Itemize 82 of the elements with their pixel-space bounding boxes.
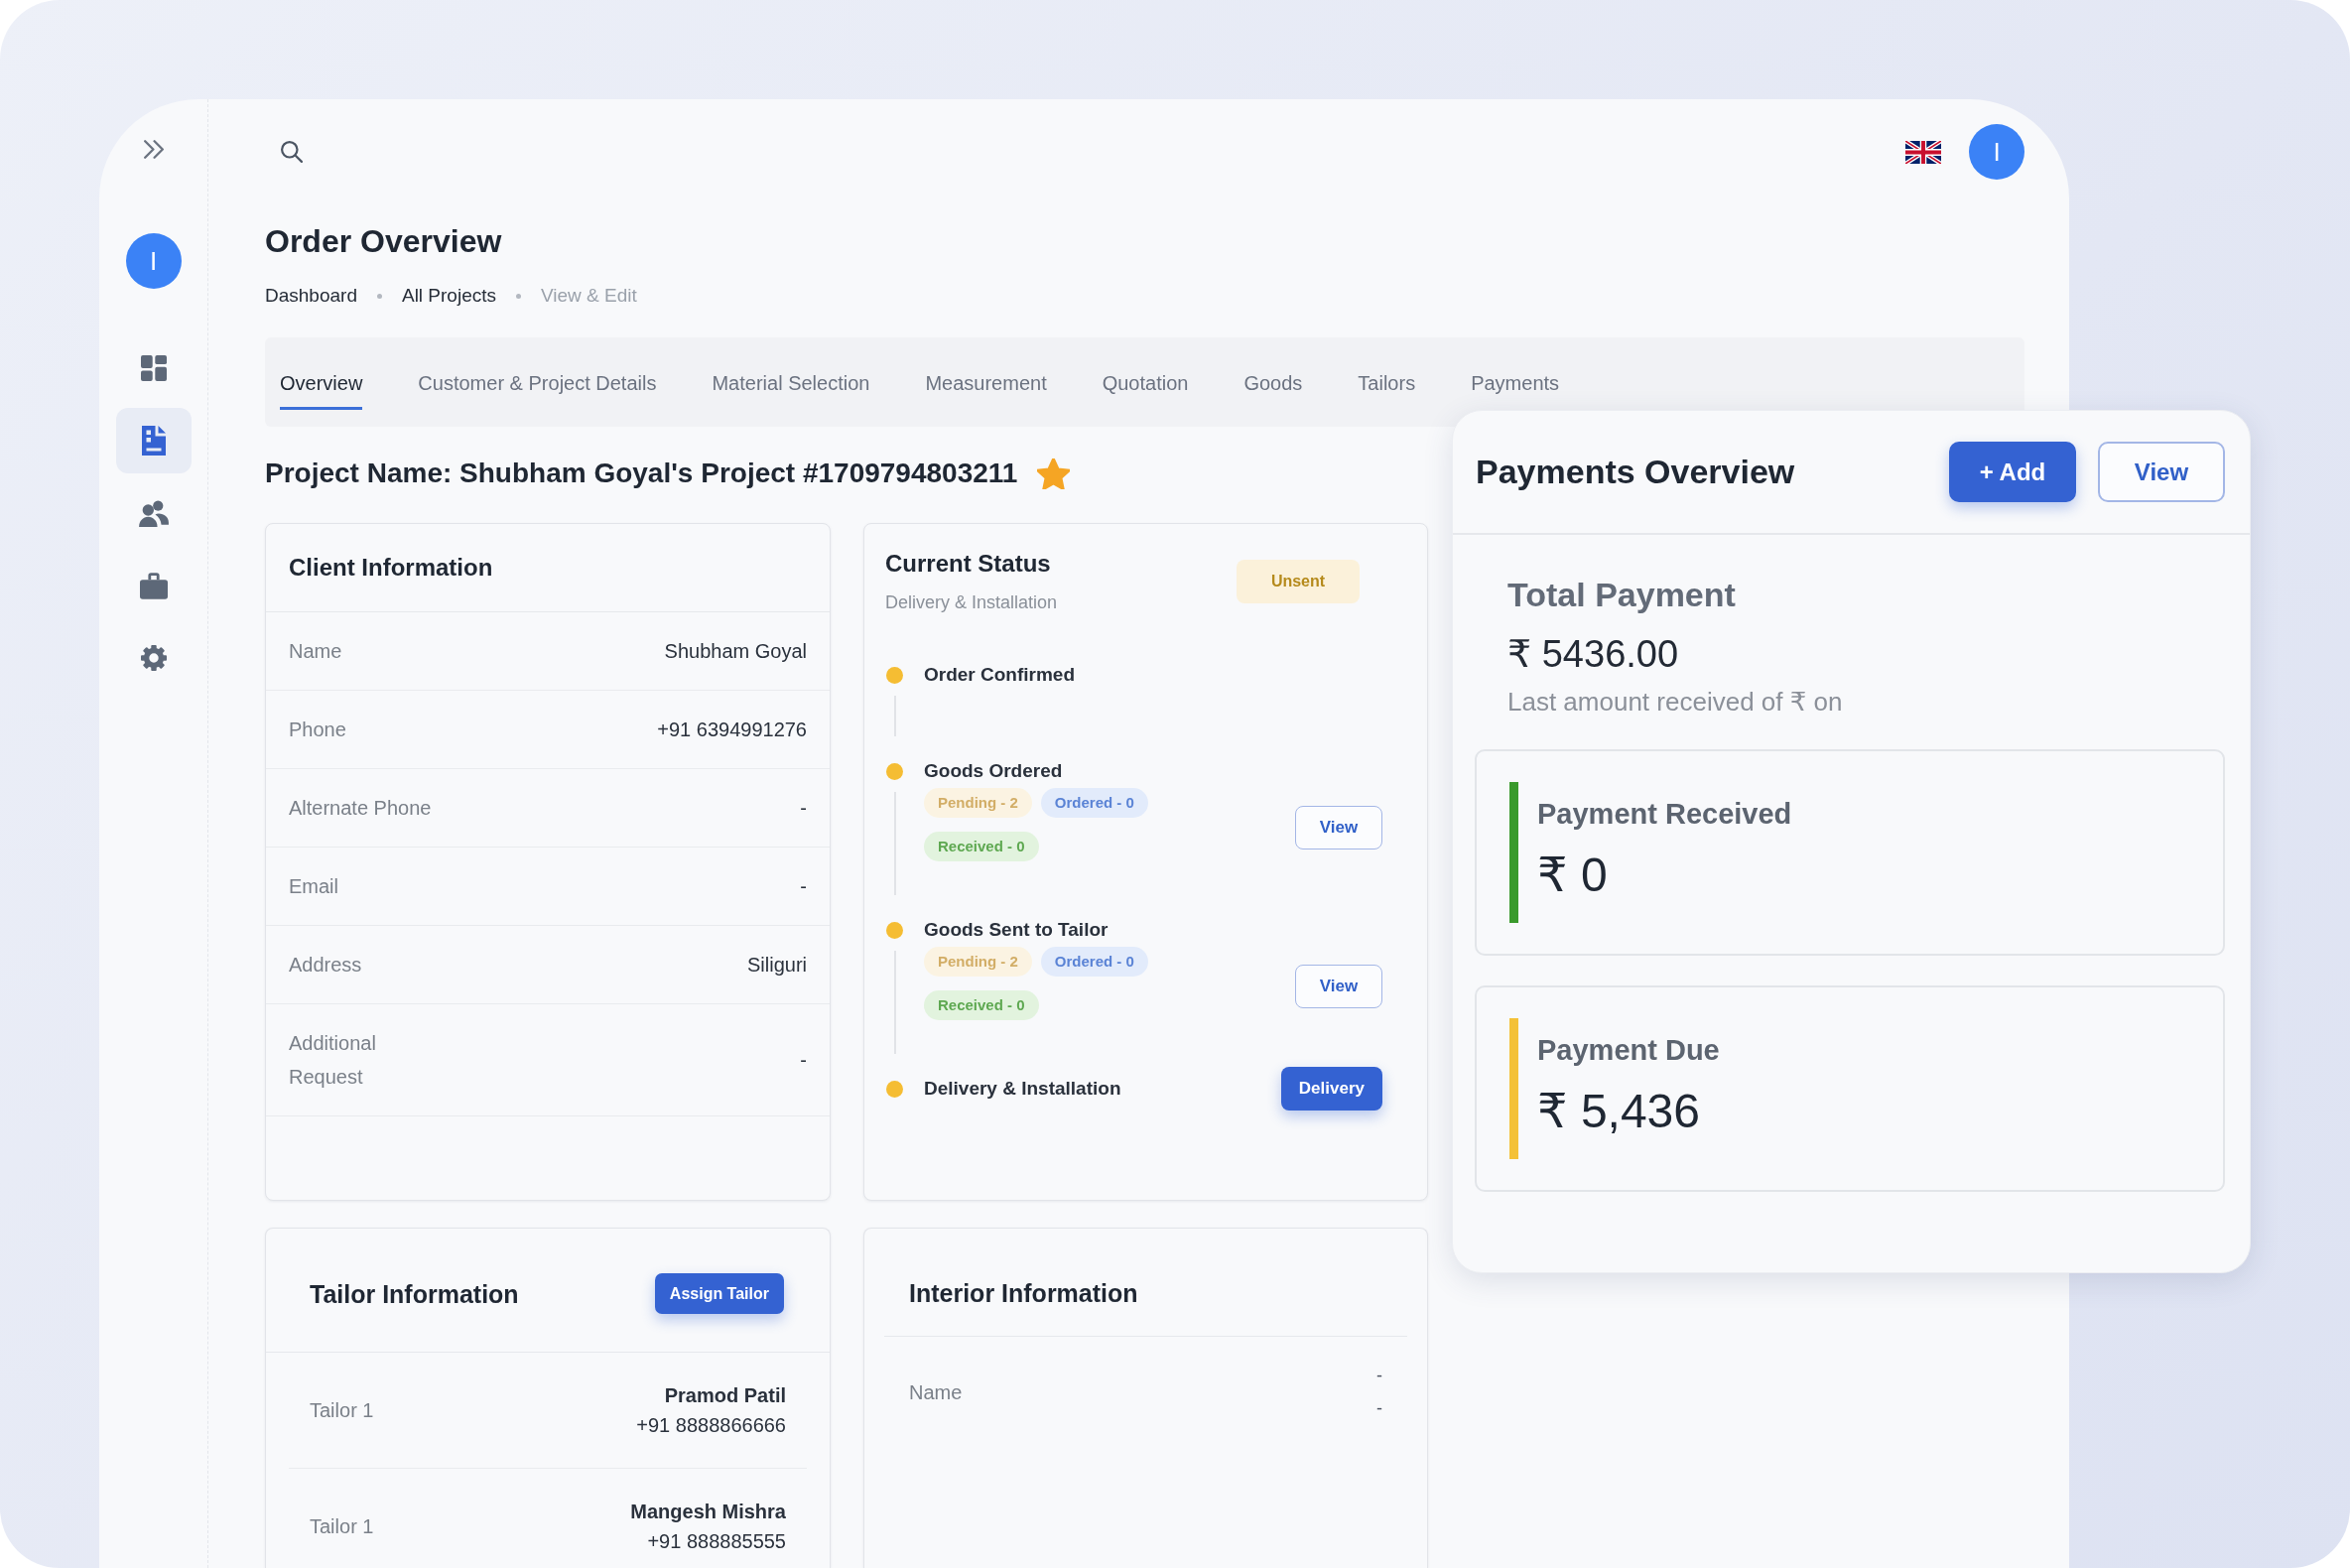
gear-icon (140, 645, 167, 671)
payment-amount: ₹ 5,436 (1537, 1084, 1701, 1139)
card-title: Client Information (266, 524, 830, 612)
step-label: Delivery & Installation (924, 1077, 1122, 1101)
card-title: Tailor Information (310, 1278, 519, 1310)
field-label: Alternate Phone (289, 796, 432, 821)
user-avatar[interactable]: I (1969, 124, 2024, 180)
card-title: Interior Information (909, 1278, 1139, 1309)
tailor-name: Mangesh Mishra (630, 1500, 786, 1524)
tailor-phone: +91 8888866666 (636, 1413, 786, 1438)
page-title: Order Overview (265, 222, 503, 261)
payment-action-button[interactable]: View (2098, 442, 2225, 502)
field-label: Name (289, 639, 342, 664)
count-tag: Ordered - 0 (1040, 788, 1148, 818)
total-payment-amount: ₹ 5436.00 (1507, 632, 1680, 677)
briefcase-icon (139, 572, 168, 599)
double-chevron-icon[interactable] (143, 140, 164, 159)
sidebar-item[interactable] (115, 408, 192, 473)
count-tag: Pending - 2 (924, 788, 1032, 818)
payment-amount: ₹ 0 (1537, 848, 1609, 903)
status-badge: Unsent (1237, 560, 1360, 603)
count-tag: Pending - 2 (924, 947, 1032, 977)
field-value: - (800, 874, 807, 899)
timeline-dot-icon (886, 921, 903, 939)
field-label: Tailor 1 (310, 1398, 374, 1423)
step-label: Order Confirmed (924, 663, 1077, 687)
tab[interactable]: Material Selection (712, 337, 870, 410)
step-action-button[interactable]: Delivery (1280, 1067, 1382, 1111)
field-label: Phone (289, 718, 346, 742)
assign-tailor-button[interactable]: Assign Tailor (654, 1273, 784, 1314)
star-icon[interactable] (1037, 457, 1071, 489)
step-action-button[interactable]: View (1295, 806, 1382, 849)
status-subtitle: Delivery & Installation (885, 591, 1058, 614)
breadcrumb-item[interactable]: All Projects (401, 283, 496, 309)
search-icon[interactable] (281, 141, 303, 163)
tab[interactable]: Quotation (1102, 337, 1189, 410)
tab[interactable]: Overview (280, 337, 363, 410)
count-tag: Received - 0 (924, 990, 1039, 1020)
total-payment-label: Total Payment (1507, 575, 1737, 615)
separator-dot-icon (516, 293, 521, 299)
tab[interactable]: Payments (1471, 337, 1560, 410)
people-icon (138, 499, 169, 527)
field-label: Tailor 1 (310, 1514, 374, 1539)
field-value: - (800, 796, 807, 821)
tab[interactable]: Customer & Project Details (418, 337, 657, 410)
card-title: Current Status (885, 549, 1052, 579)
separator-dot-icon (376, 293, 382, 299)
field-value: - (1376, 1397, 1382, 1420)
user-avatar[interactable]: I (125, 233, 182, 289)
tailor-phone: +91 888885555 (646, 1529, 786, 1554)
field-value: - (1376, 1365, 1382, 1387)
tab[interactable]: Tailors (1358, 337, 1416, 410)
field-label: Name (909, 1380, 963, 1405)
tailor-name: Pramod Patil (663, 1383, 786, 1408)
field-value: Shubham Goyal (664, 639, 807, 664)
step-label: Goods Ordered (924, 759, 1064, 783)
document-icon (141, 426, 166, 456)
field-label: Additional Request (289, 1031, 377, 1090)
step-label: Goods Sent to Tailor (924, 918, 1110, 942)
timeline-dot-icon (886, 1080, 903, 1098)
tab[interactable]: Measurement (925, 337, 1047, 410)
field-value: Siliguri (746, 953, 807, 978)
field-value: +91 6394991276 (657, 718, 807, 742)
field-value: - (800, 1048, 807, 1073)
breadcrumb-item[interactable]: Dashboard (265, 283, 357, 309)
count-tag: Ordered - 0 (1040, 947, 1148, 977)
last-payment-note: Last amount received of ₹ on (1507, 686, 1844, 719)
timeline-dot-icon (886, 762, 903, 780)
breadcrumb-item[interactable]: View & Edit (541, 283, 637, 309)
payment-action-button[interactable]: + Add (1949, 442, 2076, 502)
payment-label: Payment Received (1537, 797, 1792, 832)
project-title: Project Name: Shubham Goyal's Project #1709794803211 (265, 457, 1018, 490)
grid-icon (140, 355, 167, 381)
count-tag: Received - 0 (924, 832, 1039, 861)
timeline-dot-icon (886, 666, 903, 684)
flag-icon[interactable] (1905, 140, 1941, 164)
step-action-button[interactable]: View (1295, 965, 1382, 1008)
field-label: Email (289, 874, 338, 899)
payment-label: Payment Due (1537, 1033, 1720, 1068)
field-label: Address (289, 953, 362, 978)
tab[interactable]: Goods (1243, 337, 1303, 410)
panel-title: Payments Overview (1476, 453, 1795, 491)
